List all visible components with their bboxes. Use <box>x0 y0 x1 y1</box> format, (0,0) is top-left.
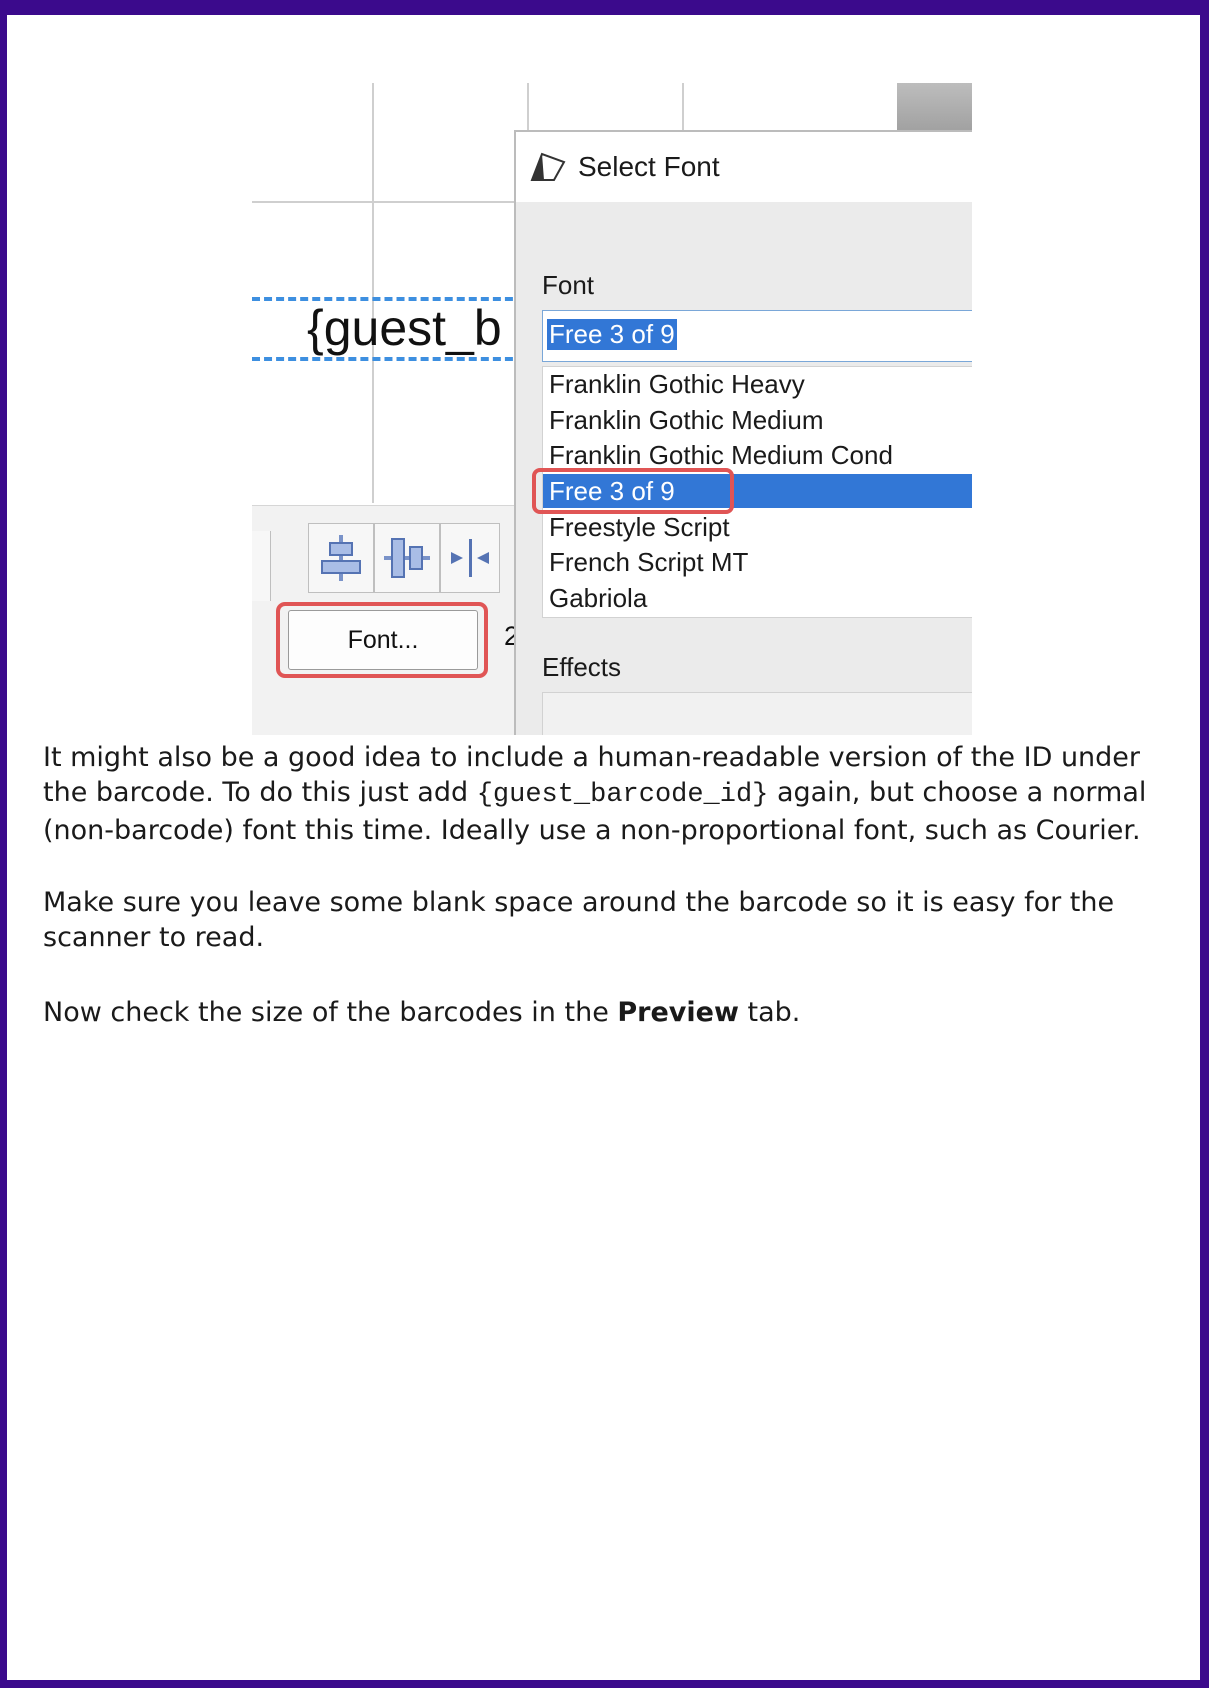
toolbar-button-partial[interactable] <box>252 531 271 601</box>
font-dialog-icon <box>530 152 566 181</box>
font-list-item[interactable]: Freestyle Script <box>549 510 730 544</box>
code-snippet: {guest_barcode_id} <box>476 780 769 810</box>
grid-line <box>252 201 537 203</box>
font-list-item[interactable]: Franklin Gothic Medium <box>549 403 824 437</box>
paragraph-text: Now check the size of the barcodes in th… <box>43 997 618 1028</box>
field-placeholder-text: {guest_b <box>307 300 502 356</box>
dialog-title: Select Font <box>578 151 720 182</box>
distribute-icon <box>451 539 489 577</box>
font-name-input-value: Free 3 of 9 <box>547 319 677 350</box>
paragraph-blank-space: Make sure you leave some blank space aro… <box>43 887 1115 953</box>
preview-tab-name: Preview <box>617 997 739 1028</box>
font-list-item[interactable]: Franklin Gothic Heavy <box>549 367 805 401</box>
align-center-vertical-icon <box>321 535 361 581</box>
page: {guest_b Font... 22 p <box>7 15 1200 1680</box>
font-list-item[interactable]: Gabriola <box>549 581 647 615</box>
select-font-dialog: Select Font Font Free 3 of 9 Franklin Go… <box>514 130 972 735</box>
align-center-horizontal-icon <box>384 538 430 578</box>
dialog-title-bar: Select Font <box>516 132 972 202</box>
screenshot-illustration: {guest_b Font... 22 p <box>252 65 972 735</box>
align-center-horizontal-button[interactable] <box>374 523 440 593</box>
font-button[interactable]: Font... <box>288 610 478 670</box>
effects-group <box>542 692 972 735</box>
align-center-vertical-button[interactable] <box>308 523 374 593</box>
font-list-item[interactable]: French Script MT <box>549 545 748 579</box>
effects-label: Effects <box>542 652 622 682</box>
paragraph-human-readable-id: It might also be a good idea to include … <box>43 740 1163 848</box>
distribute-button[interactable] <box>440 523 500 593</box>
font-list-item[interactable]: Franklin Gothic Medium Cond <box>549 438 893 472</box>
paragraph-preview: Now check the size of the barcodes in th… <box>43 995 1163 1030</box>
paragraph-text: tab. <box>738 997 801 1028</box>
selected-font-highlight <box>532 468 734 514</box>
font-label: Font <box>542 270 595 300</box>
font-name-input[interactable]: Free 3 of 9 <box>542 310 972 362</box>
